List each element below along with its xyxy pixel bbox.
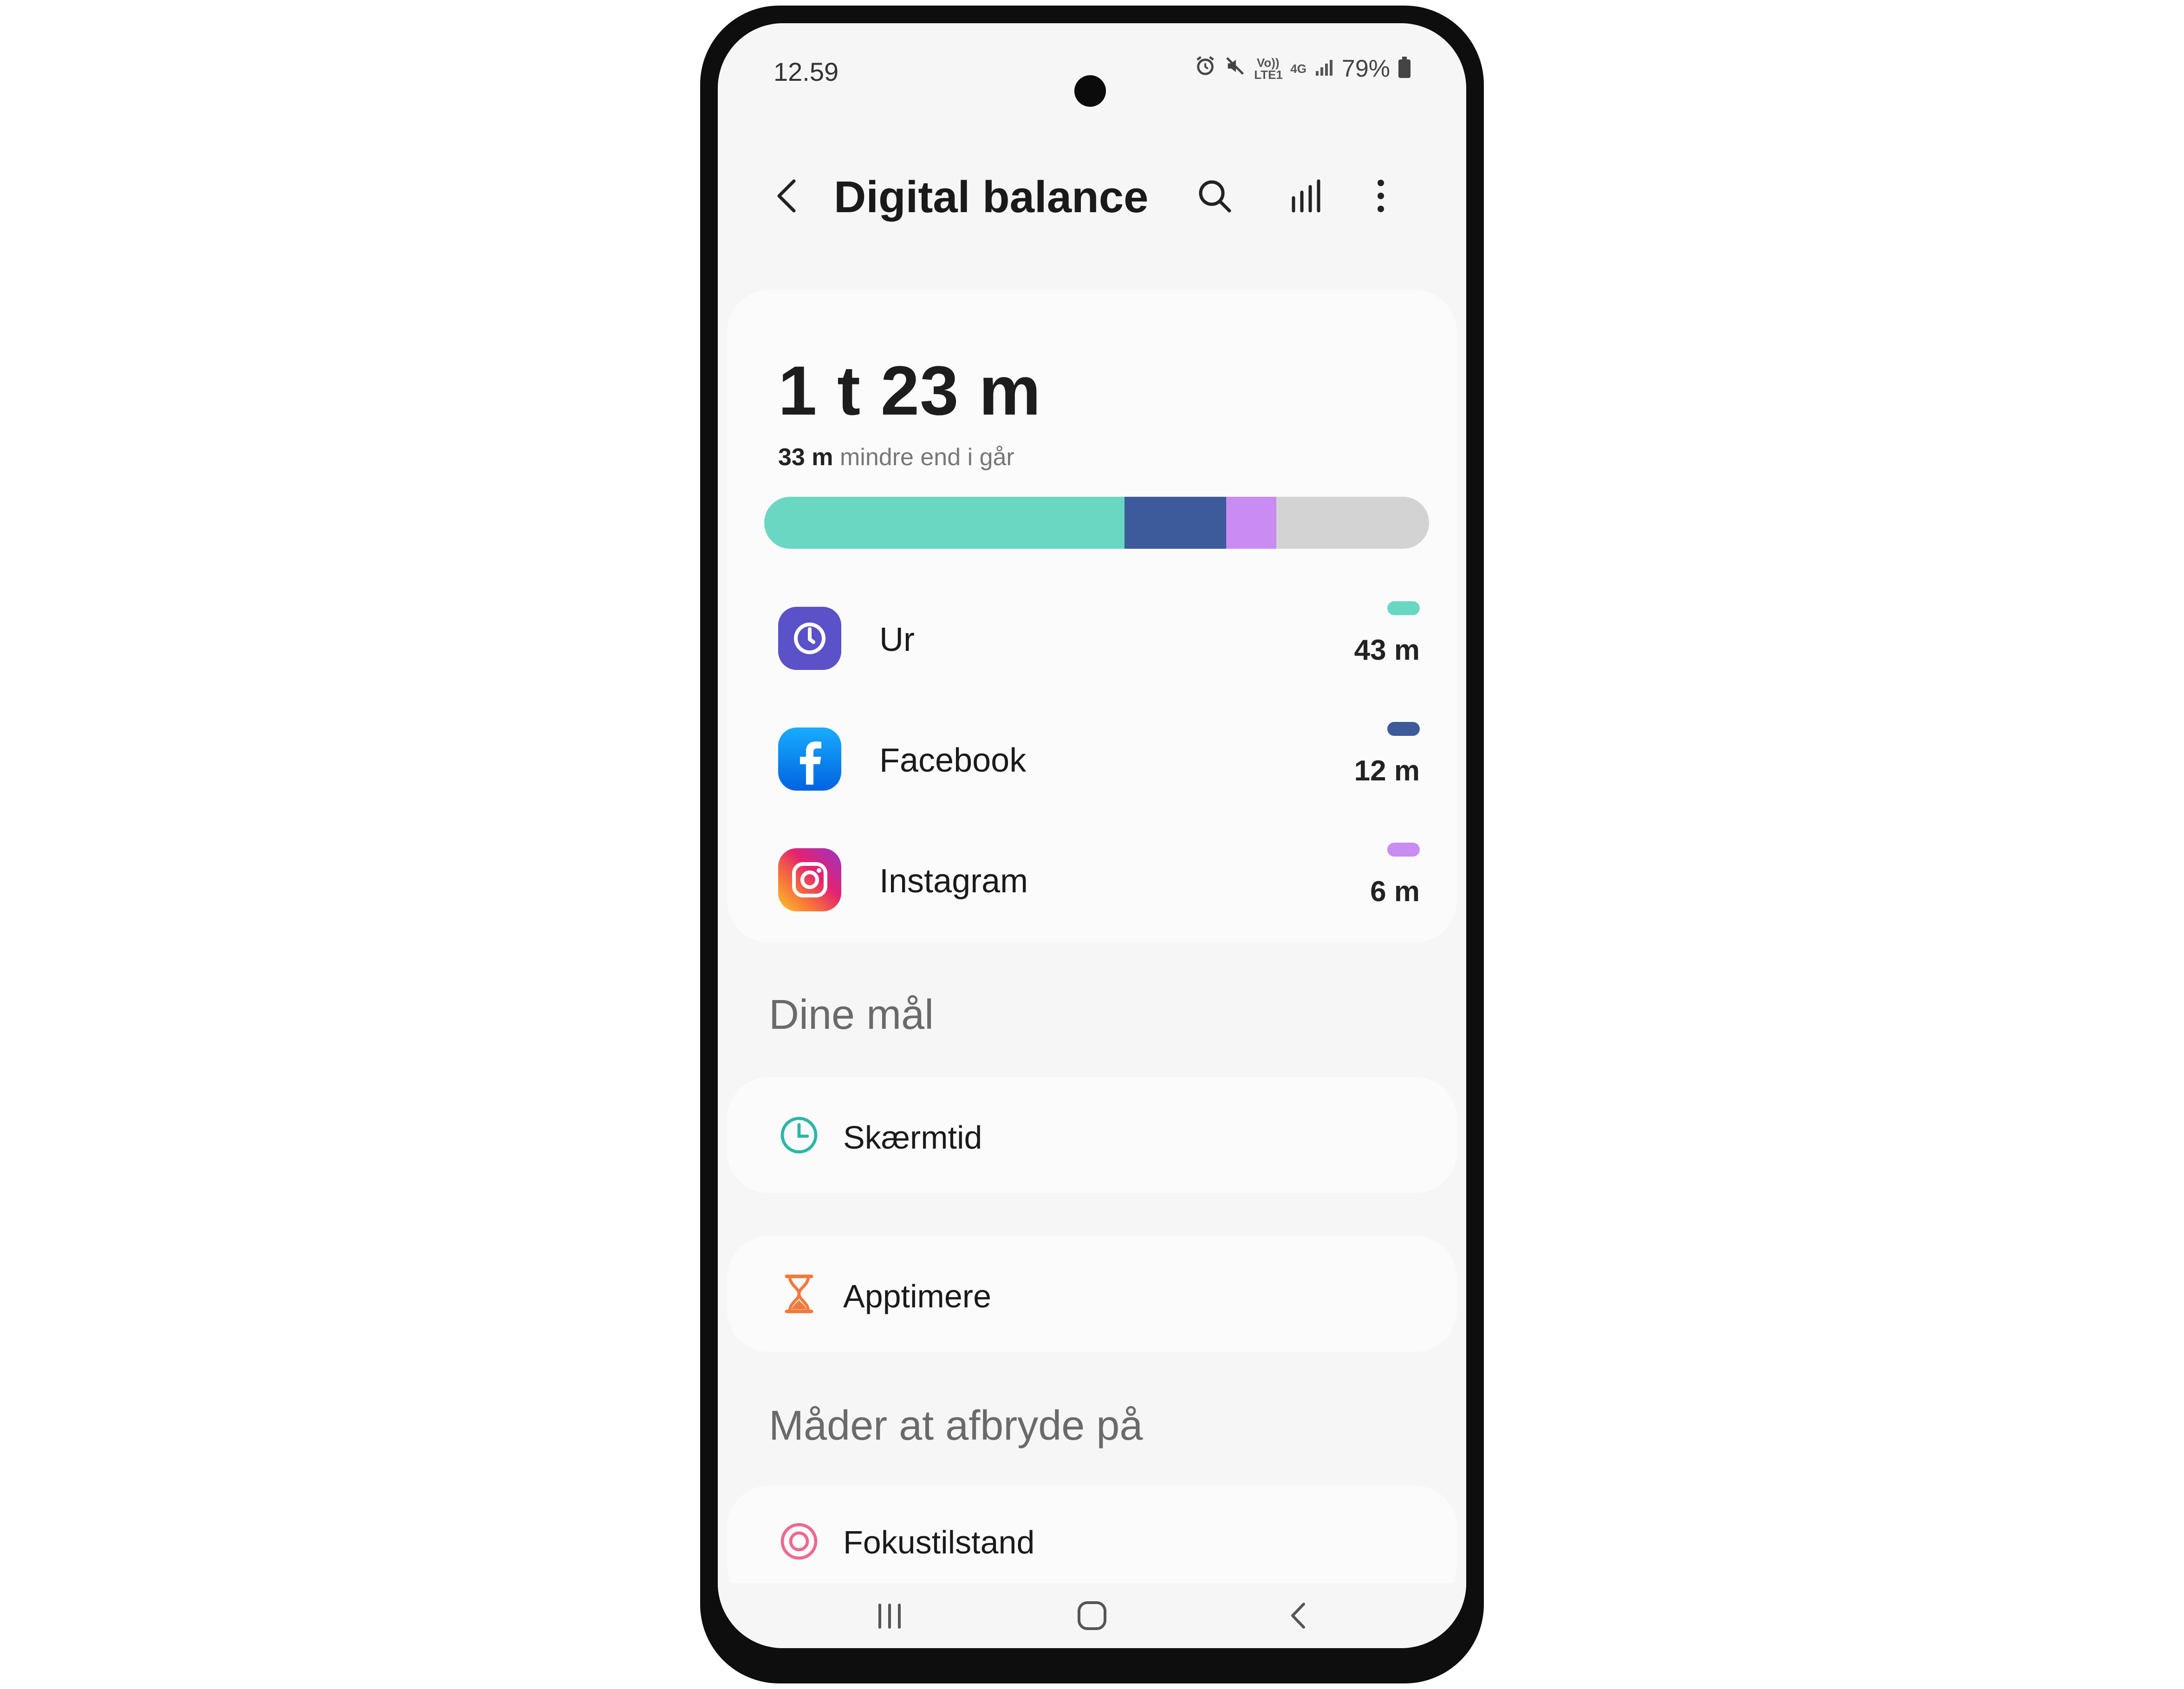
app-color-marker: [1387, 722, 1420, 736]
delta-text: mindre end i går: [839, 444, 1014, 471]
app-time: 43 m: [1354, 634, 1420, 666]
app-bar: Digital balance: [718, 162, 1466, 227]
app-time: 12 m: [1354, 755, 1420, 787]
usage-delta: 33 m mindre end i går: [778, 443, 1014, 471]
usage-segment-ur: [764, 497, 1125, 549]
app-name: Ur: [879, 621, 915, 658]
usage-summary-card: 1 t 23 m 33 m mindre end i går Ur 43 m F…: [727, 290, 1457, 942]
volte-indicator: Vo)) LTE1: [1254, 56, 1283, 82]
system-navigation-bar: [718, 1583, 1466, 1648]
alarm-icon: [1195, 55, 1216, 83]
status-time: 12.59: [774, 57, 839, 86]
timer-icon: [776, 1112, 822, 1158]
app-name: Instagram: [879, 863, 1028, 900]
screen-time-label: Skærmtid: [843, 1119, 982, 1156]
battery-icon: [1398, 57, 1410, 78]
more-options-button[interactable]: [1358, 173, 1404, 219]
signal-icon: [1315, 55, 1333, 83]
app-color-marker: [1387, 601, 1420, 615]
home-icon: [1078, 1601, 1106, 1630]
usage-segment-instagram: [1226, 497, 1276, 549]
stats-button[interactable]: [1283, 173, 1330, 219]
total-screen-time: 1 t 23 m: [778, 351, 1041, 429]
hourglass-icon: [776, 1271, 822, 1317]
usage-segment-facebook: [1124, 497, 1227, 549]
app-row-facebook[interactable]: Facebook 12 m: [727, 708, 1457, 810]
screen-time-item[interactable]: Skærmtid: [727, 1077, 1457, 1193]
usage-bar: [764, 497, 1429, 549]
app-timers-item[interactable]: Apptimere: [727, 1236, 1457, 1352]
search-icon: [1199, 180, 1231, 213]
more-vert-icon: [1378, 180, 1384, 212]
goals-section-title: Dine mål: [769, 992, 934, 1038]
clock-app-icon: [778, 607, 841, 670]
recent-apps-button[interactable]: [862, 1592, 917, 1639]
app-time: 6 m: [1370, 876, 1420, 908]
search-button[interactable]: [1191, 173, 1238, 219]
battery-percent: 79%: [1341, 55, 1390, 82]
recent-apps-icon: [878, 1604, 901, 1629]
app-row-ur[interactable]: Ur 43 m: [727, 587, 1457, 689]
delta-value: 33 m: [778, 444, 833, 471]
back-button[interactable]: [764, 173, 811, 219]
nav-back-button[interactable]: [1271, 1592, 1327, 1639]
bar-chart-icon: [1292, 179, 1320, 213]
app-row-instagram[interactable]: Instagram 6 m: [727, 829, 1457, 931]
disconnect-section-title: Måder at afbryde på: [769, 1403, 1143, 1449]
status-icons: Vo)) LTE1 4G 79%: [1195, 55, 1410, 83]
network-type: 4G: [1290, 62, 1306, 76]
mute-icon: [1224, 55, 1246, 83]
page-title: Digital balance: [834, 172, 1149, 222]
nav-back-icon: [1291, 1603, 1305, 1629]
screen: 12.59 Vo)) LTE1 4G 79% Digital balance 1…: [718, 23, 1466, 1648]
app-name: Facebook: [879, 742, 1027, 779]
front-camera: [1074, 75, 1106, 107]
app-color-marker: [1387, 843, 1420, 857]
home-button[interactable]: [1064, 1592, 1120, 1639]
focus-target-icon: [776, 1518, 822, 1565]
app-timers-label: Apptimere: [843, 1278, 992, 1314]
back-arrow-icon: [777, 179, 796, 213]
phone-frame: 12.59 Vo)) LTE1 4G 79% Digital balance 1…: [700, 6, 1484, 1683]
facebook-icon: [778, 728, 841, 791]
instagram-icon: [778, 848, 841, 911]
focus-mode-label: Fokustilstand: [843, 1524, 1035, 1560]
